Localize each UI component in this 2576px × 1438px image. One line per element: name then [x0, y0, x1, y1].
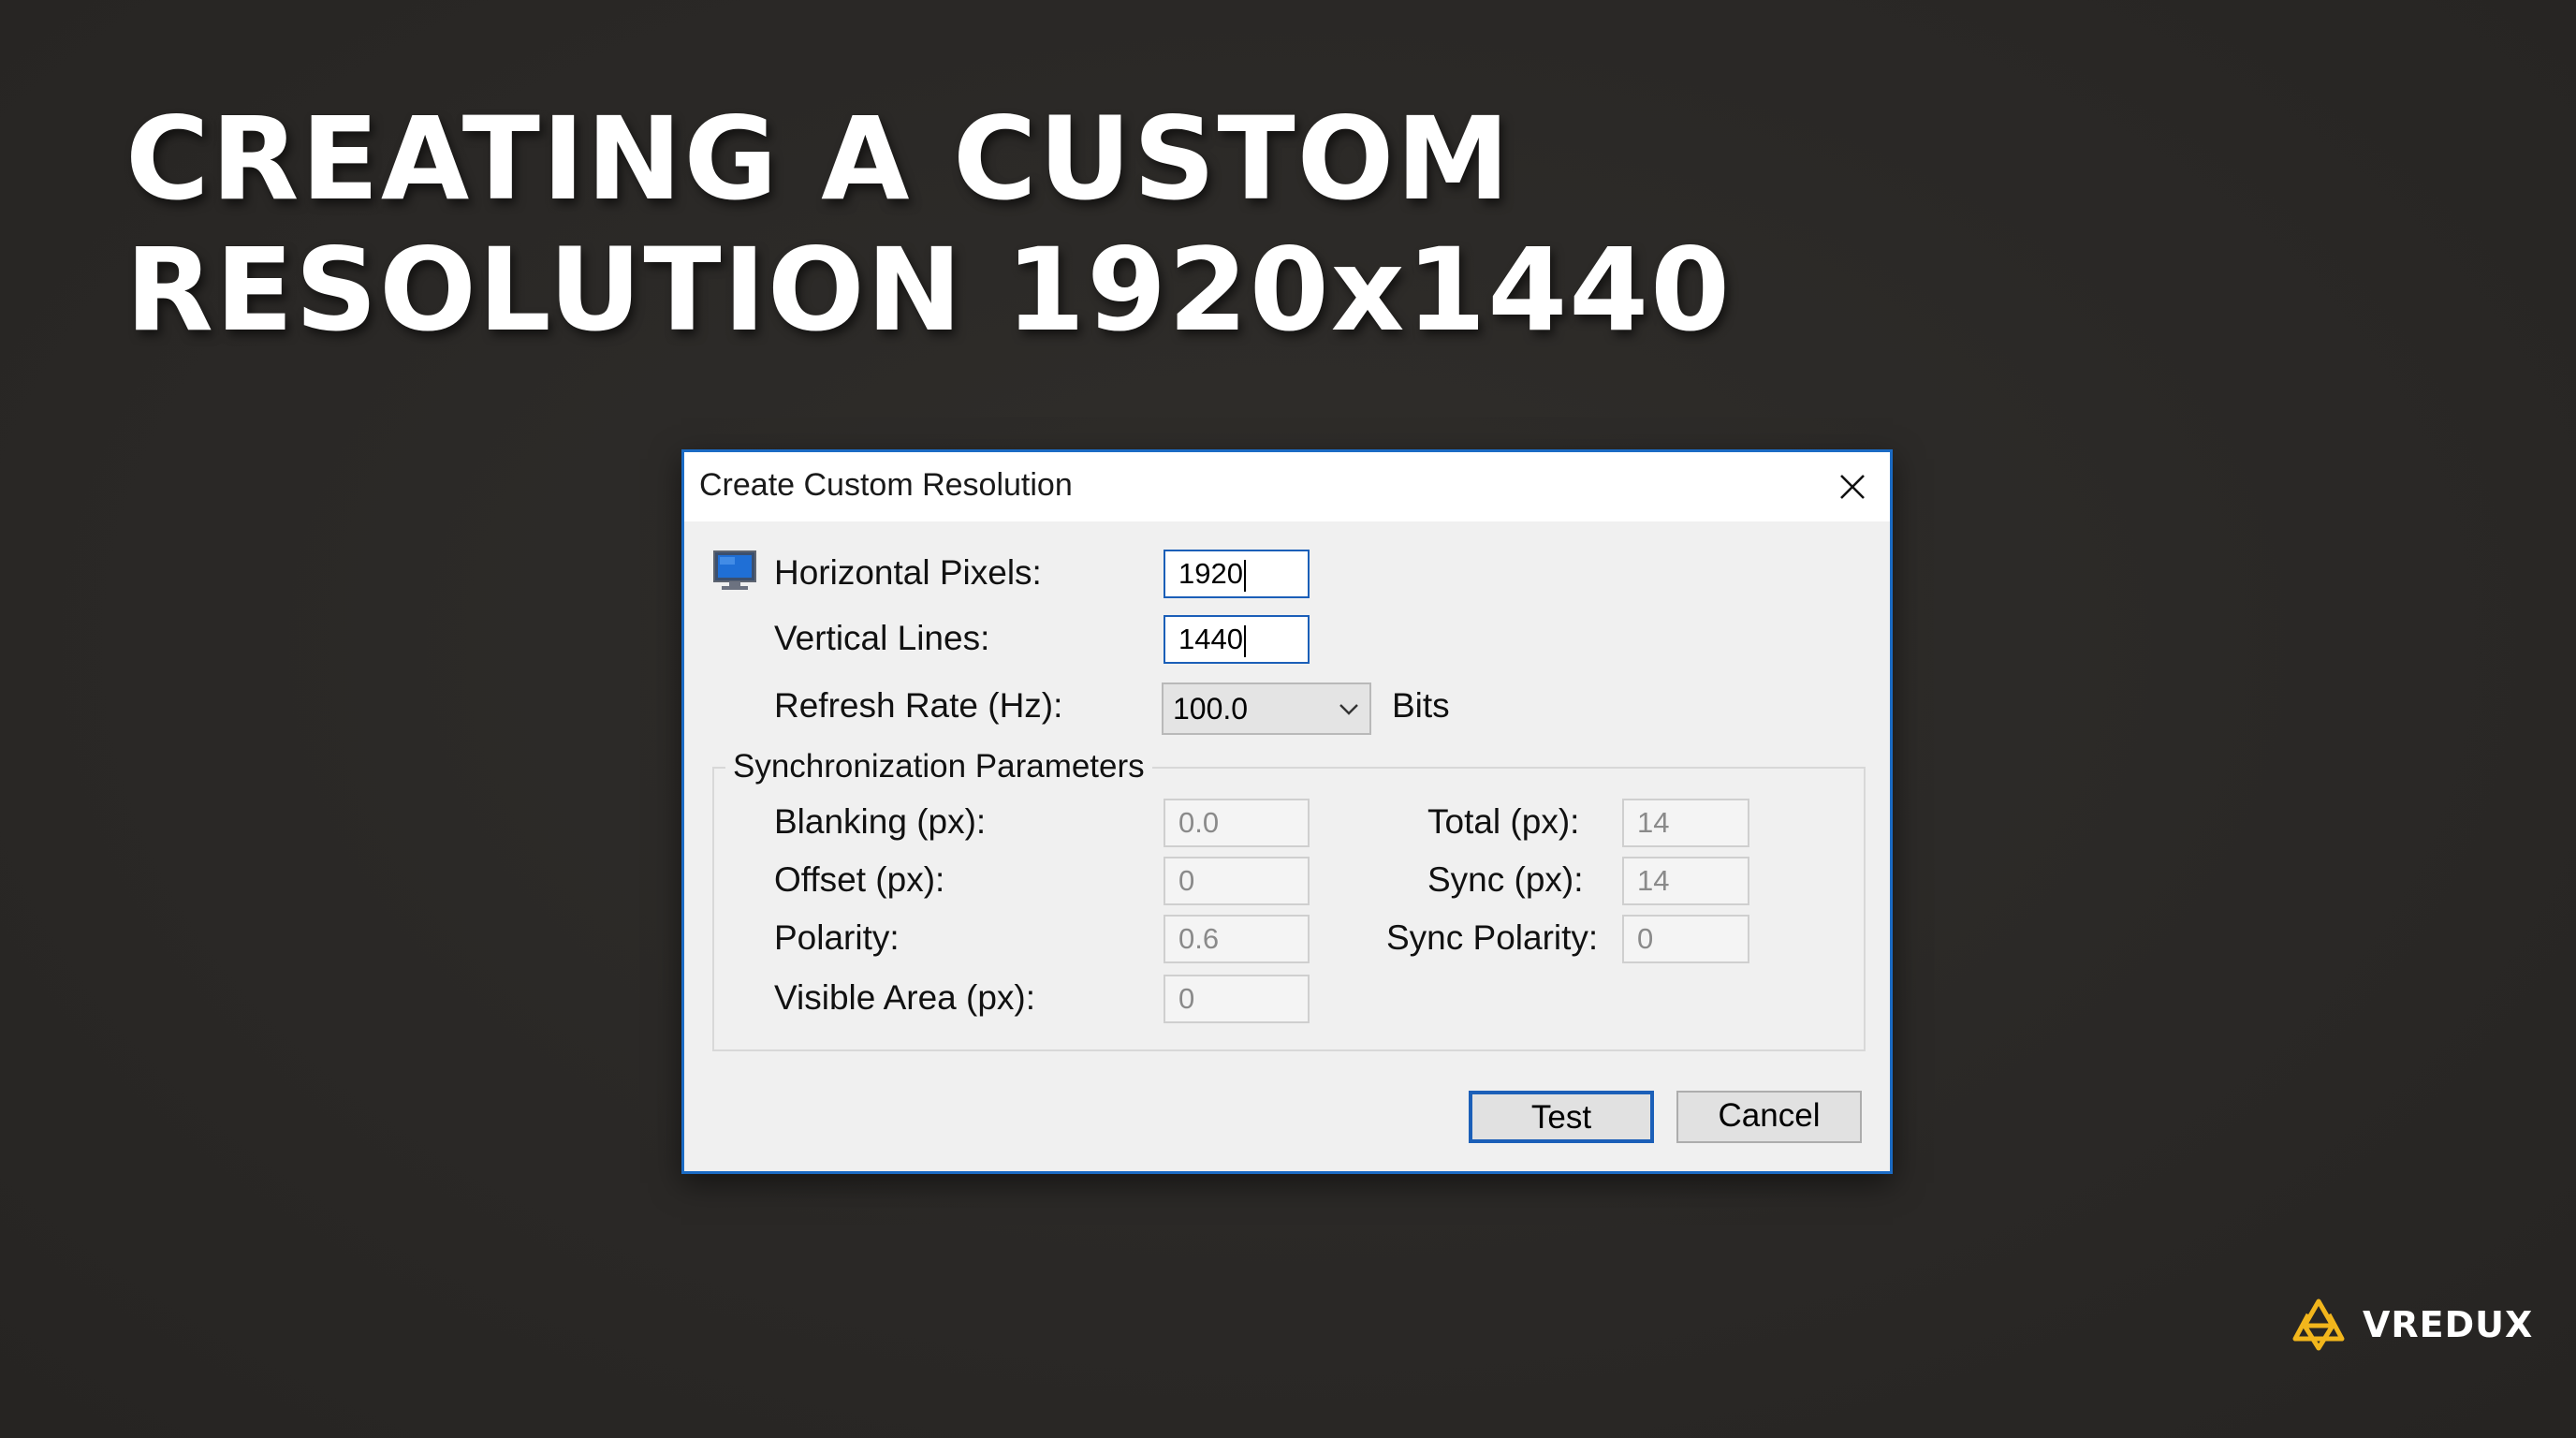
refresh-rate-select[interactable]: 100.0: [1162, 682, 1371, 735]
sync-polarity-field: 0: [1622, 915, 1749, 963]
blanking-field: 0.0: [1164, 799, 1310, 847]
text-caret: [1243, 559, 1246, 592]
offset-field: 0: [1164, 857, 1310, 905]
chevron-down-icon: [1339, 704, 1358, 715]
brand-name: VREDUX: [2363, 1304, 2534, 1345]
dialog-title: Create Custom Resolution: [699, 467, 1073, 503]
sync-label: Sync (px):: [1427, 860, 1584, 899]
title-line-2: RESOLUTION 1920x1440: [125, 224, 1733, 357]
create-custom-resolution-dialog: Create Custom Resolution Horizontal Pixe…: [681, 449, 1893, 1174]
vredux-logo-icon: [2292, 1299, 2345, 1351]
horizontal-pixels-label: Horizontal Pixels:: [774, 553, 1042, 592]
sync-parameters-title: Synchronization Parameters: [725, 748, 1152, 785]
refresh-rate-label: Refresh Rate (Hz):: [774, 686, 1063, 725]
horizontal-pixels-value: 1920: [1178, 557, 1243, 590]
cancel-button[interactable]: Cancel: [1676, 1091, 1862, 1143]
brand-watermark: VREDUX: [2288, 1296, 2533, 1354]
refresh-rate-value: 100.0: [1173, 692, 1249, 726]
test-button[interactable]: Test: [1469, 1091, 1654, 1143]
title-line-1: CREATING A CUSTOM: [125, 93, 1512, 226]
sync-field: 14: [1622, 857, 1749, 905]
polarity-label: Polarity:: [774, 918, 900, 957]
vertical-lines-label: Vertical Lines:: [774, 619, 990, 657]
close-icon: [1840, 475, 1865, 499]
visible-area-label: Visible Area (px):: [774, 978, 1035, 1017]
close-button[interactable]: [1815, 452, 1890, 521]
visible-area-field: 0: [1164, 975, 1310, 1023]
monitor-icon: [713, 550, 756, 590]
vertical-lines-value: 1440: [1178, 623, 1243, 655]
total-label: Total (px):: [1427, 802, 1580, 841]
total-field: 14: [1622, 799, 1749, 847]
vertical-lines-input[interactable]: 1440: [1164, 615, 1310, 664]
sync-polarity-label: Sync Polarity:: [1386, 918, 1599, 957]
page-title: CREATING A CUSTOM RESOLUTION 1920x1440: [125, 94, 1732, 356]
horizontal-pixels-input[interactable]: 1920: [1164, 550, 1310, 598]
refresh-rate-suffix: Bits: [1392, 686, 1450, 725]
polarity-field: 0.6: [1164, 915, 1310, 963]
offset-label: Offset (px):: [774, 860, 945, 899]
text-caret: [1243, 624, 1246, 657]
blanking-label: Blanking (px):: [774, 802, 987, 841]
dialog-titlebar[interactable]: Create Custom Resolution: [684, 452, 1890, 521]
